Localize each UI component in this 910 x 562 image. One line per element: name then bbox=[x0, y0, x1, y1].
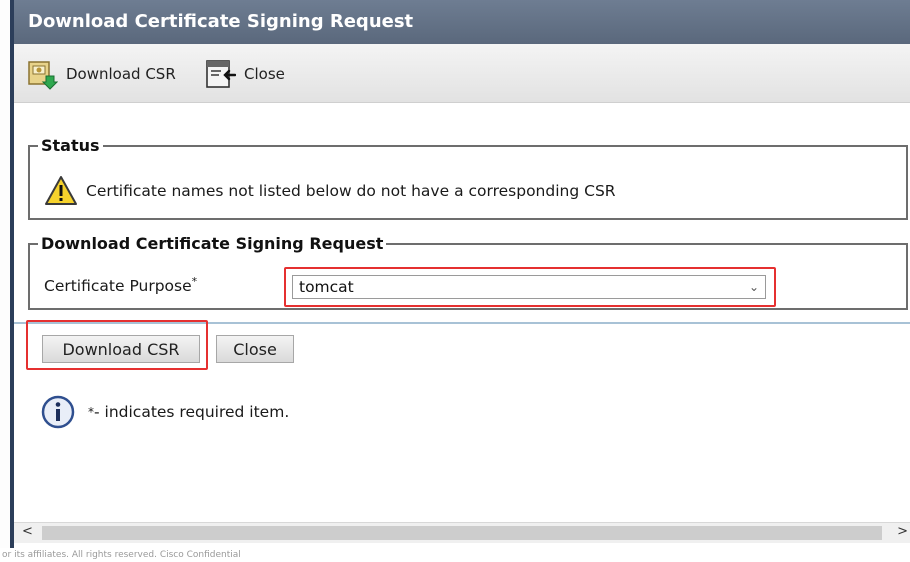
toolbar-download-csr-label: Download CSR bbox=[66, 65, 176, 83]
toolbar-close-button[interactable]: Close bbox=[204, 58, 285, 90]
chevron-down-icon: ⌄ bbox=[748, 280, 759, 294]
download-csr-button[interactable]: Download CSR bbox=[42, 335, 200, 363]
status-row: Certificate names not listed below do no… bbox=[44, 175, 616, 207]
toolbar-close-label: Close bbox=[244, 65, 285, 83]
horizontal-scrollbar[interactable]: < > bbox=[14, 522, 910, 543]
window-title: Download Certificate Signing Request bbox=[14, 0, 910, 44]
status-legend: Status bbox=[41, 136, 100, 155]
window: Download Certificate Signing Request Dow… bbox=[14, 0, 910, 548]
status-section: Status Certificate names not listed belo… bbox=[28, 136, 908, 220]
download-csr-legend: Download Certificate Signing Request bbox=[41, 234, 384, 253]
info-icon bbox=[41, 395, 75, 429]
left-edge bbox=[0, 0, 10, 548]
download-csr-icon bbox=[28, 61, 58, 90]
required-asterisk: * bbox=[191, 275, 198, 288]
footer-text: or its affiliates. All rights reserved. … bbox=[2, 550, 241, 560]
certificate-purpose-value: tomcat bbox=[299, 278, 354, 296]
close-button[interactable]: Close bbox=[216, 335, 294, 363]
download-csr-section: Download Certificate Signing Request Cer… bbox=[28, 234, 908, 310]
scroll-right-icon[interactable]: > bbox=[897, 524, 908, 539]
certificate-purpose-highlight: tomcat ⌄ bbox=[284, 267, 776, 307]
warning-icon bbox=[45, 176, 77, 205]
required-info-row: * - indicates required item. bbox=[40, 394, 289, 430]
scrollbar-thumb[interactable] bbox=[42, 526, 882, 540]
close-window-icon bbox=[206, 60, 236, 88]
toolbar-download-csr-button[interactable]: Download CSR bbox=[26, 58, 176, 90]
toolbar: Download CSR Close bbox=[14, 44, 910, 103]
scroll-left-icon[interactable]: < bbox=[22, 524, 33, 539]
certificate-purpose-select[interactable]: tomcat ⌄ bbox=[292, 275, 766, 299]
status-message: Certificate names not listed below do no… bbox=[86, 182, 616, 200]
certificate-purpose-label: Certificate Purpose* bbox=[44, 275, 197, 295]
certificate-purpose-label-text: Certificate Purpose bbox=[44, 277, 192, 296]
required-text: - indicates required item. bbox=[94, 403, 290, 421]
